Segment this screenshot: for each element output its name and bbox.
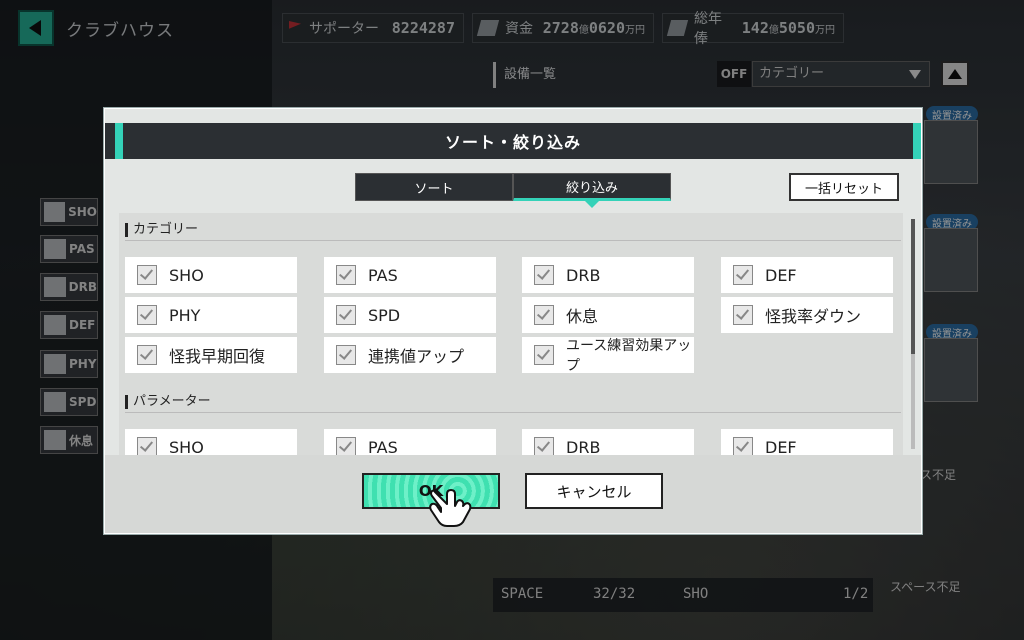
checkbox-icon [137, 345, 157, 365]
checkbox-category-spd[interactable]: SPD [324, 297, 496, 333]
dialog-title: ソート・絞り込み [444, 133, 581, 152]
pointer-hand-icon [429, 489, 472, 527]
checkbox-param-sho[interactable]: SHO [125, 429, 297, 455]
checkbox-icon [534, 437, 554, 455]
checkbox-icon [336, 305, 356, 325]
checkbox-icon [336, 265, 356, 285]
section-category: カテゴリー [125, 219, 901, 241]
checkbox-icon [733, 265, 753, 285]
dialog-header: ソート・絞り込み [105, 123, 921, 159]
checkbox-category-link-up[interactable]: 連携値アップ [324, 337, 496, 373]
reset-all-button[interactable]: 一括リセット [789, 173, 899, 201]
checkbox-category-youth-training-up[interactable]: ユース練習効果アップ [522, 337, 694, 374]
checkbox-category-sho[interactable]: SHO [125, 257, 297, 293]
cancel-button[interactable]: キャンセル [525, 473, 663, 509]
dialog-footer [105, 455, 921, 533]
checkbox-icon [733, 305, 753, 325]
checkbox-param-drb[interactable]: DRB [522, 429, 694, 455]
checkbox-icon [534, 345, 554, 365]
tab-bar: ソート 絞り込み [355, 173, 671, 208]
section-parameter: パラメーター [125, 391, 901, 413]
checkbox-param-def[interactable]: DEF [721, 429, 893, 455]
checkbox-category-pas[interactable]: PAS [324, 257, 496, 293]
checkbox-category-def[interactable]: DEF [721, 257, 893, 293]
checkbox-category-rest[interactable]: 休息 [522, 297, 694, 333]
checkbox-category-injury-rate-down[interactable]: 怪我率ダウン [721, 297, 893, 333]
scrollbar-thumb[interactable] [911, 219, 915, 354]
checkbox-category-early-recovery[interactable]: 怪我早期回復 [125, 337, 297, 373]
checkbox-category-drb[interactable]: DRB [522, 257, 694, 293]
checkbox-icon [137, 265, 157, 285]
tab-filter[interactable]: 絞り込み [513, 173, 671, 208]
checkbox-icon [336, 345, 356, 365]
checkbox-category-phy[interactable]: PHY [125, 297, 297, 333]
sort-filter-dialog: ソート・絞り込み ソート 絞り込み 一括リセット カテゴリー SHO PAS D… [104, 108, 922, 534]
checkbox-icon [534, 305, 554, 325]
filter-list[interactable]: カテゴリー SHO PAS DRB DEF PHY SPD 休息 怪我率ダウン … [119, 213, 903, 455]
tab-sort[interactable]: ソート [355, 173, 513, 201]
checkbox-icon [137, 305, 157, 325]
checkbox-icon [336, 437, 356, 455]
checkbox-icon [137, 437, 157, 455]
checkbox-icon [534, 265, 554, 285]
checkbox-icon [733, 437, 753, 455]
checkbox-param-pas[interactable]: PAS [324, 429, 496, 455]
